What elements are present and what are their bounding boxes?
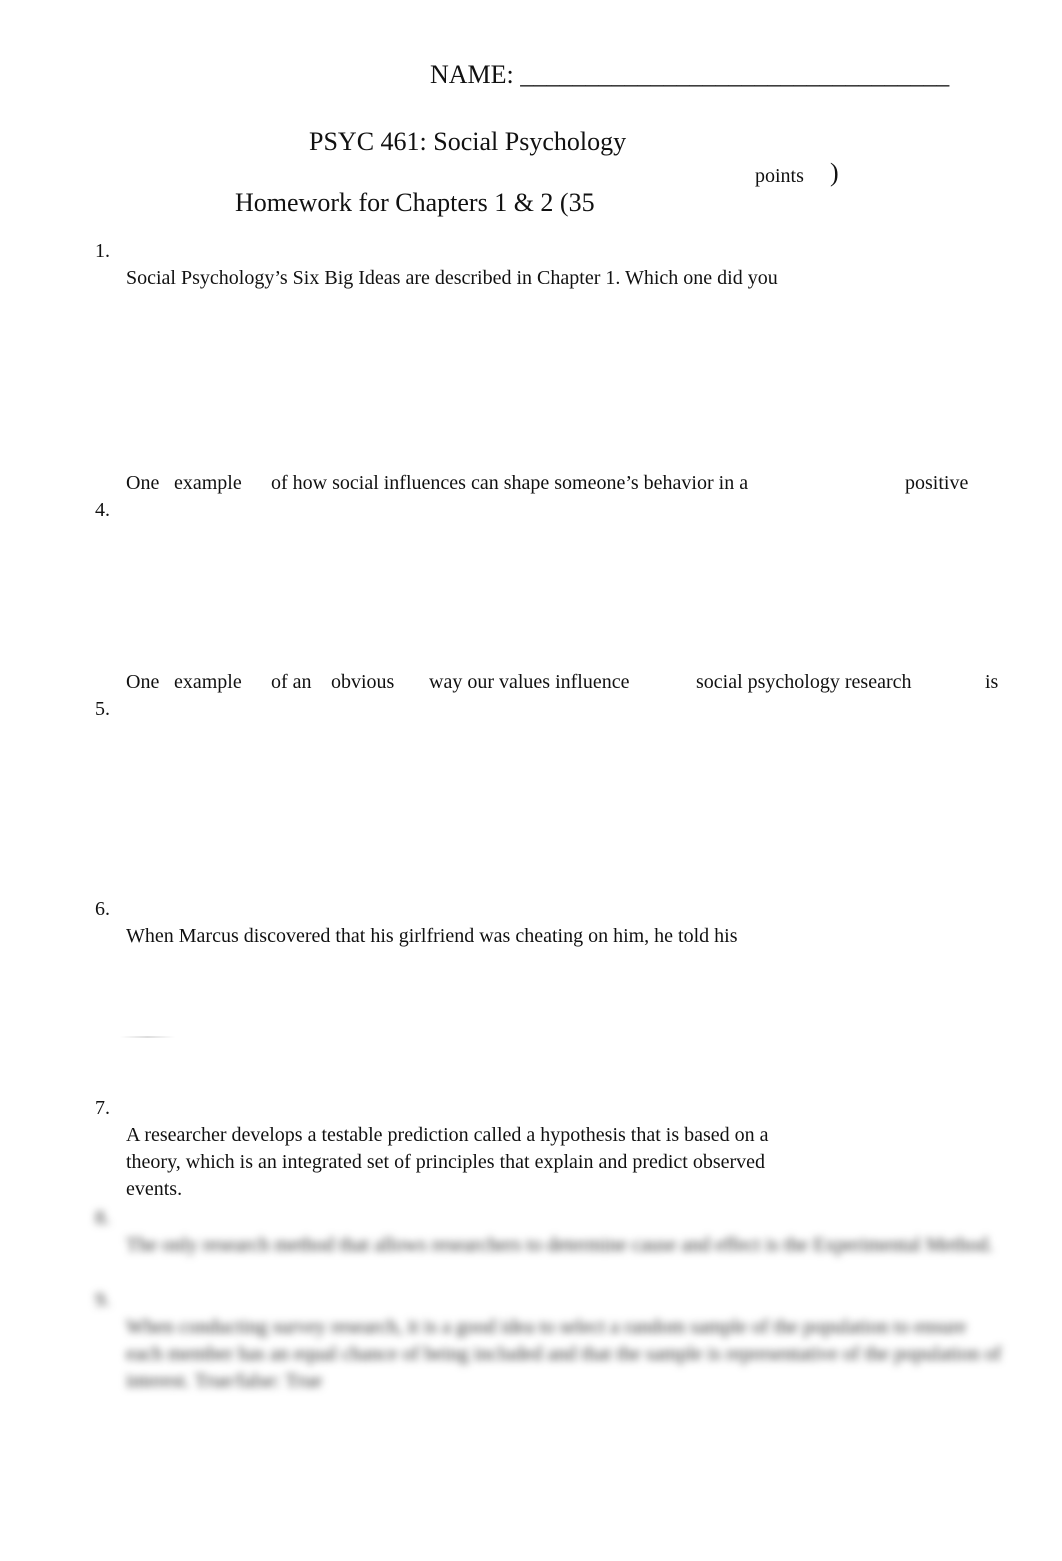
question-text-segment: positive [905, 472, 969, 494]
question-5: 5. One example of an obvious way our val… [95, 669, 1015, 912]
question-text-segment: social psychology research [696, 671, 912, 693]
blurred-question-9: 9. When conducting survey research, it i… [95, 1260, 1015, 1392]
question-text-segment: example [174, 472, 242, 494]
question-text: The only research method that allows res… [126, 1234, 994, 1256]
faint-divider [120, 1036, 175, 1038]
question-7: 7. A researcher develops a testable pred… [95, 1068, 815, 1200]
question-text: When Marcus discovered that his girlfrie… [126, 925, 738, 947]
question-text: When conducting survey research, it is a… [126, 1316, 1002, 1392]
question-text-segment: of an [271, 671, 312, 693]
question-number: 5. [95, 698, 110, 720]
question-1: 1. Social Psychology’s Six Big Ideas are… [95, 211, 778, 292]
question-6: 6. When Marcus discovered that his girlf… [95, 869, 738, 950]
question-number: 9. [95, 1289, 110, 1311]
question-number: 8. [95, 1207, 110, 1229]
homework-title-text: Homework for Chapters 1 & 2 (35 [235, 188, 595, 217]
question-text-segment: One [126, 472, 160, 494]
closing-paren: ) [830, 158, 839, 187]
question-text-segment: One [126, 671, 160, 693]
name-field-label: NAME: _________________________________ [430, 60, 950, 89]
question-number: 6. [95, 898, 110, 920]
homework-title: Homework for Chapters 1 & 2 (35 points ) [222, 158, 839, 278]
question-text-segment: example [174, 671, 242, 693]
question-text-segment: obvious [331, 671, 395, 693]
question-text-segment: way our values influence [429, 671, 630, 693]
blurred-question-8: 8. The only research method that allows … [95, 1178, 1015, 1259]
course-title: PSYC 461: Social Psychology [309, 127, 627, 156]
question-number: 1. [95, 240, 110, 262]
question-4: 4. One example of how social influences … [95, 470, 1015, 632]
question-text-segment: is [985, 671, 999, 693]
question-number: 4. [95, 499, 110, 521]
question-number: 7. [95, 1097, 110, 1119]
points-label: points [755, 165, 804, 187]
question-text-segment: of how social influences can shape someo… [271, 472, 749, 494]
question-text: Social Psychology’s Six Big Ideas are de… [126, 267, 778, 289]
